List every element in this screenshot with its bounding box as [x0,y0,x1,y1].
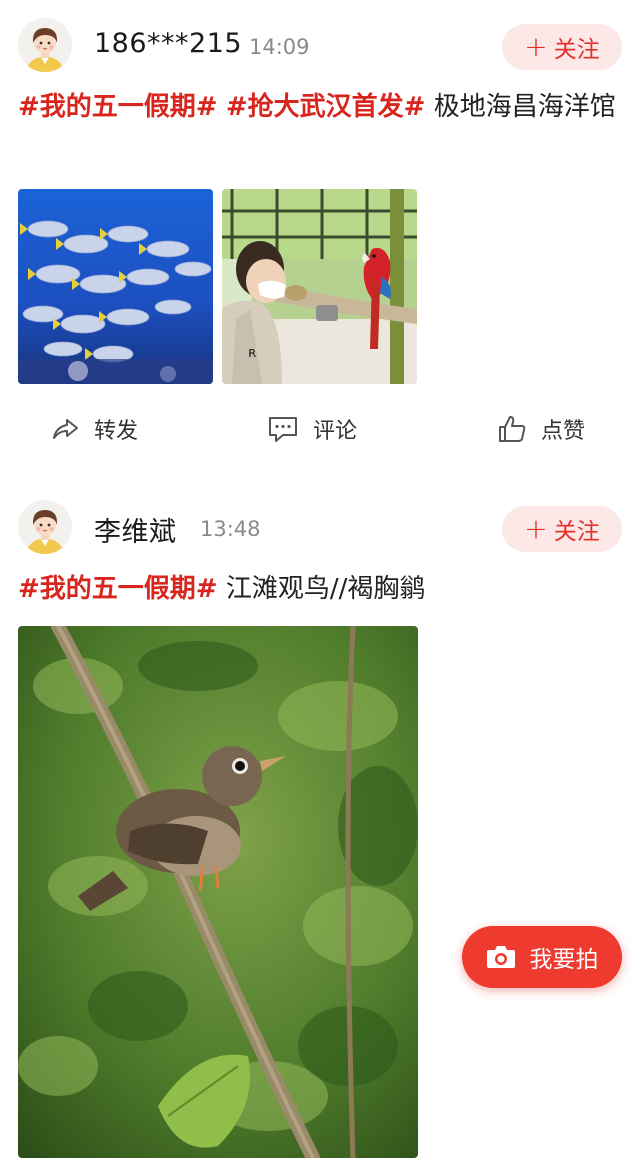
username[interactable]: 李维斌 [94,510,177,549]
svg-text:ʀ: ʀ [248,345,257,361]
comment-icon [269,417,297,442]
like-label: 点赞 [541,419,586,444]
take-photo-button[interactable]: 我要拍 [462,926,622,988]
post-body: 极地海昌海洋馆 [433,92,616,122]
share-button[interactable]: 转发 [50,406,138,452]
thumbs-up-icon [499,416,526,442]
post-actions: 转发 评论 点赞 [0,406,640,452]
post-text: #我的五一假期# #抢大武汉首发# 极地海昌海洋馆 [18,84,622,130]
comment-label: 评论 [313,419,358,444]
fish-school-photo [18,189,213,384]
share-icon [53,419,78,439]
username[interactable]: 186***215 [94,28,242,59]
post-time: 13:48 [200,517,261,541]
girl-avatar-icon [18,18,72,72]
camera-icon [486,946,515,968]
post-image-aquarium[interactable] [18,189,213,384]
post-header: 李维斌 13:48 + 关注 [0,482,640,574]
like-button[interactable]: 点赞 [497,406,585,452]
follow-button[interactable]: + 关注 [502,506,622,552]
girl-avatar-icon [18,500,72,554]
hashtag[interactable]: #我的五一假期# [18,574,218,604]
follow-label: 关注 [553,37,600,63]
post-header: 186***215 14:09 + 关注 [0,0,640,92]
post-text: #我的五一假期# 江滩观鸟//褐胸鹟 [18,566,622,612]
follow-label: 关注 [553,519,600,545]
user-avatar[interactable] [18,18,72,72]
share-label: 转发 [94,419,139,444]
hashtag[interactable]: #抢大武汉首发# [226,92,426,122]
take-photo-label: 我要拍 [529,947,599,973]
hashtag[interactable]: #我的五一假期# [18,92,218,122]
plus-icon: + [524,30,548,63]
post-image-parrot[interactable]: ʀ [222,189,417,384]
comment-button[interactable]: 评论 [267,406,357,452]
post-image-bird[interactable] [18,626,418,1158]
feed-post: 李维斌 13:48 + 关注 #我的五一假期# 江滩观鸟//褐胸鹟 [0,482,640,1158]
follow-button[interactable]: + 关注 [502,24,622,70]
user-avatar[interactable] [18,500,72,554]
bird-on-branch-photo [18,626,418,1158]
post-body: 江滩观鸟//褐胸鹟 [225,574,426,604]
post-time: 14:09 [249,35,310,59]
feed-post: 186***215 14:09 + 关注 #我的五一假期# #抢大武汉首发# 极… [0,0,640,478]
child-parrot-photo: ʀ [222,189,417,384]
plus-icon: + [524,512,548,545]
